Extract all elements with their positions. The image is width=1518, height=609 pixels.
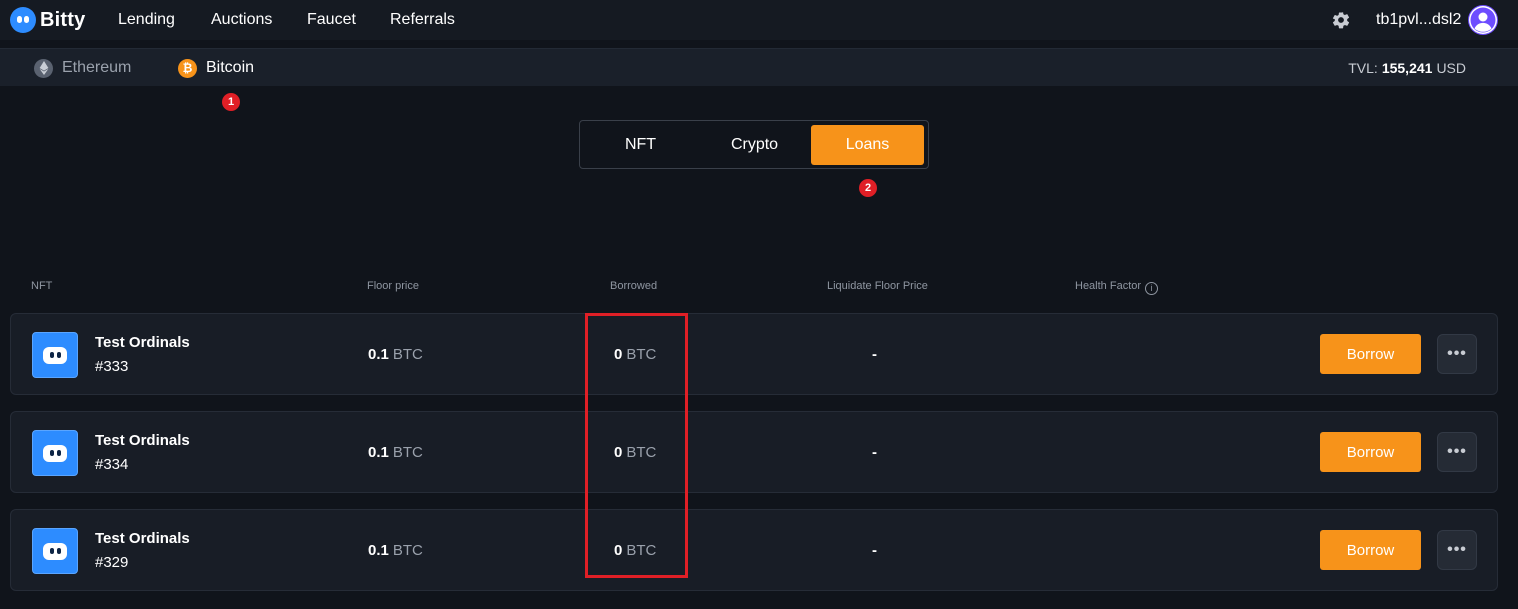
borrow-button[interactable]: Borrow: [1320, 530, 1421, 570]
floor-price-unit: BTC: [392, 346, 423, 363]
nft-thumbnail[interactable]: [32, 430, 78, 476]
brand-name: Bitty: [40, 8, 86, 31]
liquidate-floor-price-cell: -: [872, 346, 877, 363]
chain-label: Bitcoin: [206, 59, 255, 76]
tvl-display: TVL: 155,241 USD: [1348, 49, 1466, 87]
liquidate-floor-price-cell: -: [872, 444, 877, 461]
ellipsis-icon[interactable]: •••: [1437, 432, 1477, 472]
bitcoin-icon: ₿: [178, 58, 197, 78]
ellipsis-icon[interactable]: •••: [1437, 530, 1477, 570]
nft-name: Test Ordinals: [95, 530, 190, 547]
annotation-badge-1: 1: [222, 93, 240, 111]
tvl-unit: USD: [1436, 60, 1466, 76]
nft-name: Test Ordinals: [95, 334, 190, 351]
floor-price-cell: 0.1 BTC: [368, 346, 423, 363]
borrow-button[interactable]: Borrow: [1320, 334, 1421, 374]
borrowed-value: 0: [614, 346, 623, 363]
avatar[interactable]: [1468, 5, 1498, 35]
floor-price-cell: 0.1 BTC: [368, 542, 423, 559]
floor-price-cell: 0.1 BTC: [368, 444, 423, 461]
top-navigation: Bitty Lending Auctions Faucet Referrals …: [0, 0, 1518, 40]
nft-id: #329: [95, 554, 129, 571]
column-header-liquidate-floor-price: Liquidate Floor Price: [827, 280, 928, 292]
tvl-label: TVL:: [1348, 60, 1378, 76]
chain-tab-ethereum[interactable]: Ethereum: [34, 49, 131, 87]
nft-thumbnail[interactable]: [32, 528, 78, 574]
borrowed-value: 0: [614, 444, 623, 461]
floor-price-unit: BTC: [392, 444, 423, 461]
wallet-address[interactable]: tb1pvl...dsl2: [1376, 11, 1461, 29]
gear-icon[interactable]: [1331, 10, 1351, 30]
chain-tab-bitcoin[interactable]: ₿ Bitcoin: [178, 49, 254, 87]
ethereum-icon: [34, 58, 53, 78]
nav-link-auctions[interactable]: Auctions: [211, 11, 272, 29]
borrowed-cell: 0 BTC: [614, 346, 656, 363]
borrowed-value: 0: [614, 542, 623, 559]
info-icon[interactable]: i: [1145, 282, 1159, 295]
floor-price-value: 0.1: [368, 444, 389, 461]
floor-price-value: 0.1: [368, 542, 389, 559]
health-factor-label: Health Factor: [1075, 280, 1142, 292]
tvl-value: 155,241: [1381, 60, 1433, 76]
view-tabs: NFT Crypto Loans: [579, 120, 929, 169]
borrowed-unit: BTC: [626, 542, 657, 559]
table-row: Test Ordinals #329 0.1 BTC 0 BTC - Borrow …: [10, 509, 1498, 591]
table-row: Test Ordinals #334 0.1 BTC 0 BTC - Borrow …: [10, 411, 1498, 493]
floor-price-value: 0.1: [368, 346, 389, 363]
tab-loans[interactable]: Loans: [811, 125, 924, 165]
tab-nft[interactable]: NFT: [584, 125, 697, 165]
bitty-logo-icon: [10, 7, 36, 33]
tab-crypto[interactable]: Crypto: [698, 125, 811, 165]
nft-id: #334: [95, 456, 129, 473]
column-header-floor-price: Floor price: [367, 280, 419, 292]
nft-name: Test Ordinals: [95, 432, 190, 449]
nft-thumbnail[interactable]: [32, 332, 78, 378]
nft-id: #333: [95, 358, 129, 375]
chain-label: Ethereum: [62, 59, 132, 76]
borrow-button[interactable]: Borrow: [1320, 432, 1421, 472]
column-header-health-factor: Health Factor i: [1075, 280, 1159, 295]
nav-link-lending[interactable]: Lending: [118, 11, 175, 29]
table-row: Test Ordinals #333 0.1 BTC 0 BTC - Borrow …: [10, 313, 1498, 395]
nav-link-faucet[interactable]: Faucet: [307, 11, 356, 29]
column-header-borrowed: Borrowed: [610, 280, 658, 292]
ellipsis-icon[interactable]: •••: [1437, 334, 1477, 374]
borrowed-cell: 0 BTC: [614, 444, 656, 461]
borrowed-cell: 0 BTC: [614, 542, 656, 559]
floor-price-unit: BTC: [392, 542, 423, 559]
borrowed-unit: BTC: [626, 346, 657, 363]
brand-logo[interactable]: Bitty: [10, 7, 85, 33]
borrowed-unit: BTC: [626, 444, 657, 461]
chain-selector-bar: Ethereum ₿ Bitcoin TVL: 155,241 USD: [0, 48, 1518, 86]
nav-link-referrals[interactable]: Referrals: [390, 11, 455, 29]
liquidate-floor-price-cell: -: [872, 542, 877, 559]
annotation-badge-2: 2: [859, 179, 877, 197]
column-header-nft: NFT: [31, 280, 53, 292]
